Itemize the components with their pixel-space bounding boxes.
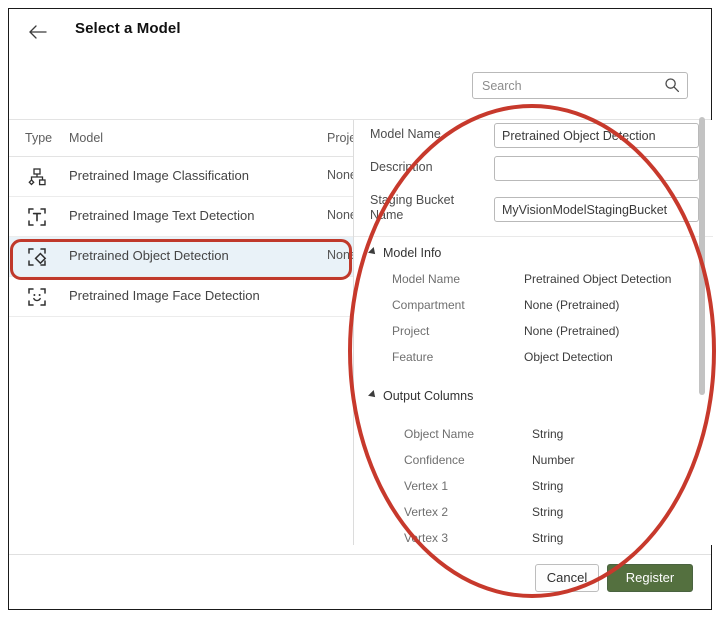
table-header-row: Type Model Proje [9, 120, 353, 157]
output-column-type: String [532, 531, 563, 545]
info-key: Feature [392, 350, 433, 364]
cancel-button[interactable]: Cancel [535, 564, 599, 592]
page-title: Select a Model [75, 20, 181, 37]
model-name-label: Pretrained Image Classification [69, 168, 249, 183]
back-arrow-icon[interactable] [25, 19, 51, 45]
section-title-label: Model Info [383, 246, 441, 260]
text-detection-icon [27, 207, 47, 227]
staging-bucket-name-input[interactable] [494, 197, 699, 222]
table-row[interactable]: Pretrained Image Text Detection None [9, 197, 353, 237]
info-value: Pretrained Object Detection [524, 272, 671, 286]
field-row-model-name: Model Name [354, 120, 713, 153]
details-scrollbar[interactable] [699, 117, 705, 395]
model-name-label: Pretrained Object Detection [69, 248, 229, 263]
output-column-type: String [532, 427, 563, 441]
collapse-triangle-icon [368, 247, 378, 257]
column-header-type: Type [25, 131, 52, 145]
model-name-label: Pretrained Image Face Detection [69, 288, 260, 303]
output-column-type: String [532, 479, 563, 493]
search-input[interactable] [472, 72, 688, 99]
info-value: None (Pretrained) [524, 324, 619, 338]
table-row[interactable]: Pretrained Image Face Detection [9, 277, 353, 317]
info-value: None (Pretrained) [524, 298, 619, 312]
section-header-output-columns[interactable]: Output Columns [354, 371, 713, 410]
info-key: Project [392, 324, 429, 338]
output-column-name: Vertex 1 [404, 479, 448, 493]
info-row: Feature Object Detection [354, 345, 713, 371]
output-column-name: Object Name [404, 427, 474, 441]
info-value: Object Detection [524, 350, 613, 364]
model-list-pane: Type Model Proje Pretrained Image Classi… [9, 120, 353, 545]
field-label: Staging Bucket Name [370, 193, 490, 223]
model-details-pane: Model Name Description Staging Bucket Na… [354, 120, 713, 545]
output-column-type: String [532, 505, 563, 519]
output-column-name: Vertex 2 [404, 505, 448, 519]
output-column-type: Number [532, 453, 575, 467]
output-column-row: Object Name String [354, 422, 713, 448]
model-name-input[interactable] [494, 123, 699, 148]
field-label: Model Name [370, 127, 490, 142]
info-key: Model Name [392, 272, 460, 286]
table-row[interactable]: Pretrained Image Classification None [9, 157, 353, 197]
info-key: Compartment [392, 298, 465, 312]
info-row: Project None (Pretrained) [354, 319, 713, 345]
hierarchy-icon [27, 167, 47, 187]
table-row-selected[interactable]: Pretrained Object Detection None [9, 237, 353, 277]
screenshot-root: Select a Model Type Model Proje [0, 0, 721, 620]
dialog-window: Select a Model Type Model Proje [8, 8, 712, 610]
output-column-name: Confidence [404, 453, 465, 467]
model-name-label: Pretrained Image Text Detection [69, 208, 254, 223]
output-column-row: Vertex 2 String [354, 500, 713, 526]
field-label: Description [370, 160, 490, 175]
info-row: Compartment None (Pretrained) [354, 293, 713, 319]
output-column-row: Confidence Number [354, 448, 713, 474]
field-row-description: Description [354, 153, 713, 186]
output-column-row: Vertex 1 String [354, 474, 713, 500]
output-column-row: Vertex 3 String [354, 526, 713, 545]
model-project-value: None [327, 168, 353, 182]
model-project-value: None [327, 208, 353, 222]
object-detection-icon [27, 247, 47, 267]
dialog-footer: Cancel Register [9, 555, 711, 610]
field-row-staging-bucket: Staging Bucket Name [354, 186, 713, 230]
model-project-value: None [327, 248, 353, 262]
search-container [472, 72, 688, 99]
dialog-header: Select a Model [9, 9, 711, 57]
spacer [354, 410, 713, 422]
register-button[interactable]: Register [607, 564, 693, 592]
collapse-triangle-icon [368, 390, 378, 400]
face-detection-icon [27, 287, 47, 307]
section-title-label: Output Columns [383, 389, 473, 403]
column-header-model: Model [69, 131, 103, 145]
info-row: Model Name Pretrained Object Detection [354, 267, 713, 293]
column-header-project: Proje [327, 131, 353, 145]
description-input[interactable] [494, 156, 699, 181]
output-column-name: Vertex 3 [404, 531, 448, 545]
section-header-model-info[interactable]: Model Info [354, 237, 713, 267]
